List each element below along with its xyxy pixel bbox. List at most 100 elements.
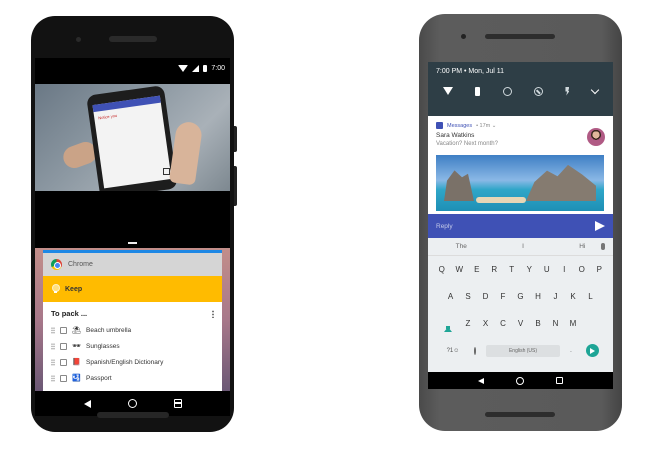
globe-icon [474,346,476,355]
key[interactable]: L [582,292,600,301]
note-title: To pack ... [51,309,88,318]
key[interactable]: N [547,319,565,328]
key[interactable]: R [486,265,504,274]
key[interactable]: S [459,292,477,301]
list-item-label: Passport [86,374,112,382]
keep-recent-card[interactable]: Keep To pack ... ⛱ Beach umbrella 🕶 Sung [43,276,222,391]
key[interactable]: D [477,292,495,301]
suggestion[interactable]: The [456,243,467,250]
key[interactable]: Z [459,319,477,328]
passport-icon: 🛂 [72,375,81,382]
list-item-label: Beach umbrella [86,326,132,334]
signal-icon [192,64,200,72]
notification-header: Messages • 17m ⌄ [436,122,605,129]
notification-meta[interactable]: • 17m ⌄ [476,123,496,129]
list-item: 🛂 Passport [43,370,222,386]
key[interactable]: C [494,319,512,328]
reply-input[interactable] [436,222,556,230]
recents-icon[interactable] [556,377,563,384]
reply-bar [428,214,613,238]
key[interactable]: U [538,265,556,274]
list-item-label: Sunglasses [86,342,120,350]
list-item: ⛱ Beach umbrella [43,322,222,338]
symbols-key[interactable]: ?1☺ [442,348,464,354]
key[interactable]: P [591,265,609,274]
key[interactable]: O [573,265,591,274]
space-bar[interactable]: English (US) [486,344,560,357]
key[interactable]: Y [521,265,539,274]
flashlight-icon[interactable] [565,86,570,96]
send-icon[interactable] [595,221,605,231]
key[interactable]: G [512,292,530,301]
back-icon[interactable] [83,399,91,408]
notification-text: Vacation? Next month? [436,141,498,147]
recents-icon[interactable] [173,399,182,408]
key[interactable]: M [564,319,582,328]
status-bar: 7:00 [35,58,230,78]
key[interactable]: A [442,292,460,301]
drag-handle-icon[interactable] [51,358,55,366]
key[interactable]: B [529,319,547,328]
period-key[interactable]: . [560,348,582,354]
key[interactable]: W [451,265,469,274]
more-options-icon[interactable] [212,309,214,318]
key-row-1: Q W E R T Y U I O P [428,256,613,283]
send-key[interactable] [586,344,599,357]
wifi-icon[interactable] [443,87,454,95]
front-camera [76,37,81,42]
suggestion[interactable]: I [522,243,524,250]
shift-key[interactable] [437,320,459,332]
checkbox[interactable] [60,326,67,334]
suggestion-strip: The I Hi [428,238,613,256]
video-player[interactable]: Notice you [35,84,230,191]
key[interactable]: Q [433,265,451,274]
key[interactable]: V [512,319,530,328]
split-screen-divider[interactable] [128,242,137,244]
sync-icon[interactable] [502,86,512,96]
volume-button [234,166,237,206]
language-key[interactable] [464,346,486,355]
checkbox[interactable] [60,374,67,382]
messages-app-icon [436,122,443,129]
do-not-disturb-icon[interactable] [534,86,544,96]
chrome-recent-card[interactable]: Chrome [43,250,222,276]
key[interactable]: J [547,292,565,301]
key[interactable]: X [477,319,495,328]
drag-handle-icon[interactable] [51,342,55,350]
key[interactable]: F [494,292,512,301]
key[interactable]: T [503,265,521,274]
recents-panel: Chrome Keep To pack ... ⛱ Beach umbrella [35,248,230,391]
home-icon[interactable] [516,376,524,385]
phone-in-video: Notice you [86,85,178,191]
key-row-2: A S D F G H J K L [428,283,613,310]
list-item-label: Spanish/English Dictionary [86,358,164,366]
attached-photo[interactable] [436,155,604,211]
fullscreen-icon[interactable] [163,168,170,175]
back-icon[interactable] [478,377,484,384]
key[interactable]: H [529,292,547,301]
notification-shade: 7:00 PM • Mon, Jul 11 [428,62,613,116]
speaker-grille [97,412,169,418]
power-button [234,126,237,152]
left-screen: 7:00 Notice you Chrome Keep To pack ... … [35,58,230,416]
keep-lightbulb-icon [51,284,60,294]
battery-icon[interactable] [475,86,481,96]
battery-icon [203,64,208,72]
keep-header[interactable]: Keep [43,276,222,302]
checkbox[interactable] [60,342,67,350]
home-icon[interactable] [127,399,137,408]
key-row-3: Z X C V B N M [428,310,613,337]
chevron-down-icon[interactable] [590,85,600,94]
suggestion[interactable]: Hi [579,243,585,250]
microphone-icon[interactable] [601,243,605,250]
drag-handle-icon[interactable] [51,326,55,334]
key[interactable]: E [468,265,486,274]
left-phone: 7:00 Notice you Chrome Keep To pack ... … [31,16,237,432]
drag-handle-icon[interactable] [51,374,55,382]
key[interactable]: K [564,292,582,301]
notification-sender: Sara Watkins [436,132,475,139]
message-notification[interactable]: Messages • 17m ⌄ Sara Watkins Vacation? … [428,116,613,214]
keep-card-title: Keep [65,285,83,293]
key[interactable]: I [556,265,574,274]
checkbox[interactable] [60,358,67,366]
